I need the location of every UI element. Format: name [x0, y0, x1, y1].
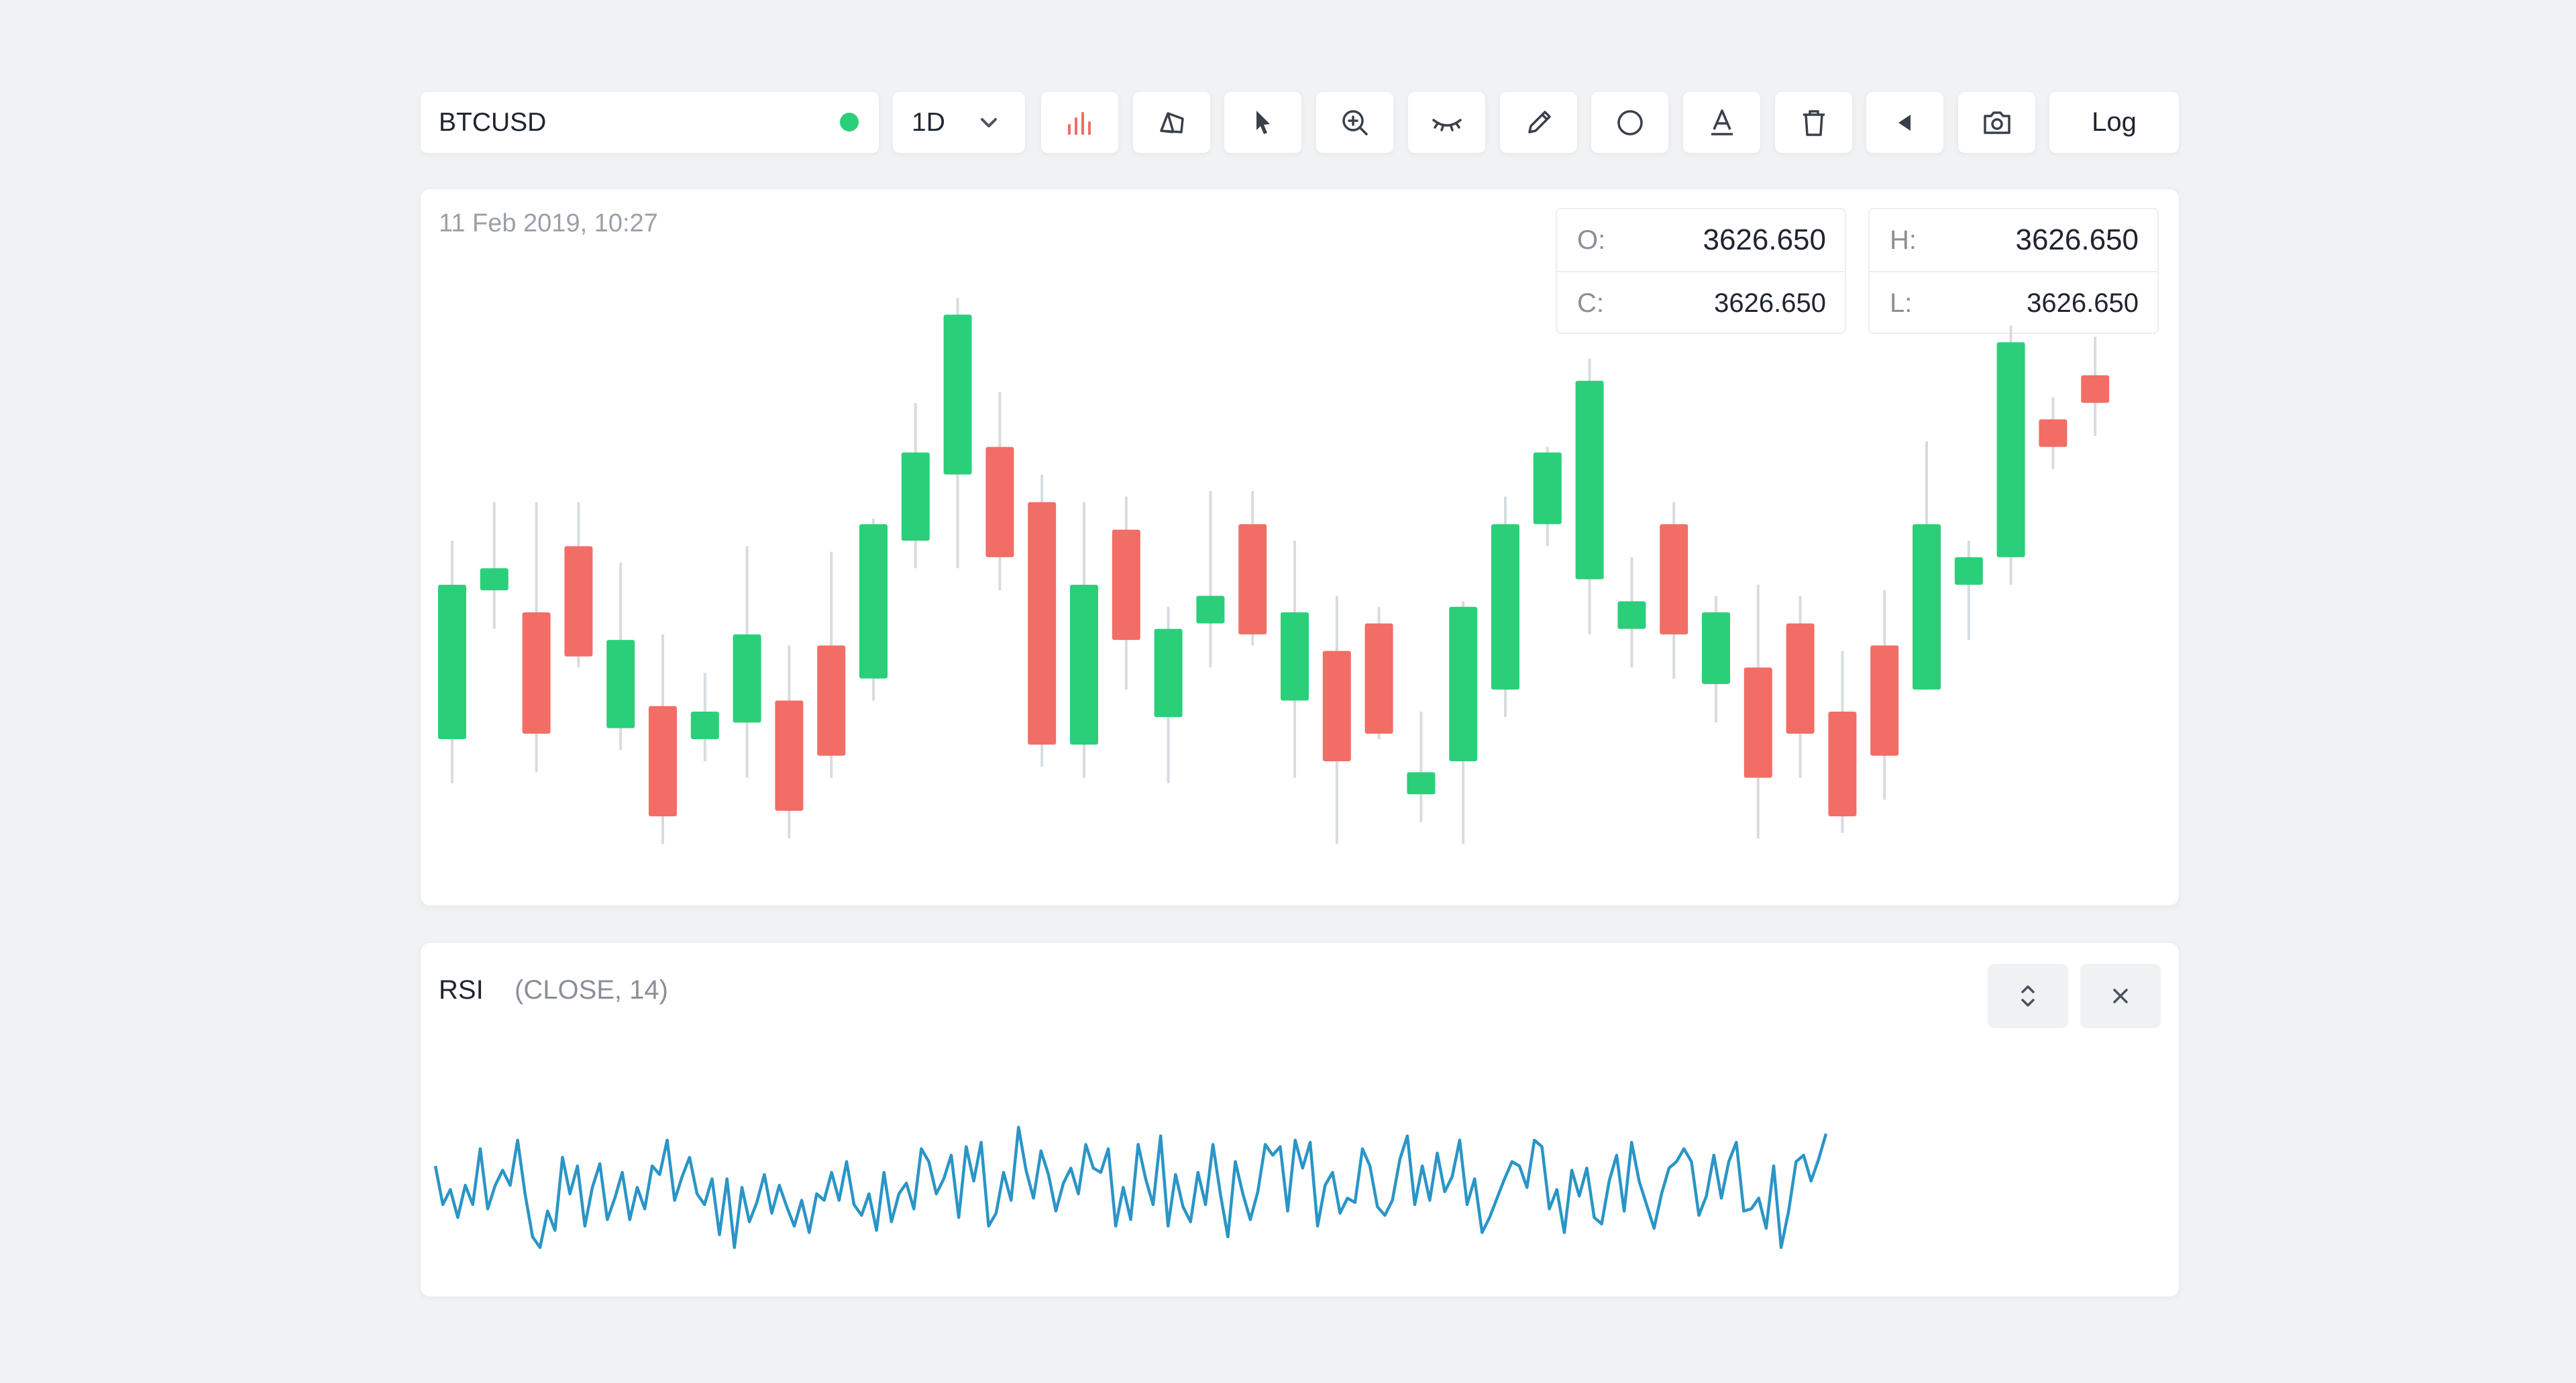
- cursor-button[interactable]: [1224, 92, 1301, 153]
- zoom-in-icon: [1342, 109, 1368, 135]
- candle-down[interactable]: [1870, 645, 1899, 756]
- candle-down[interactable]: [649, 706, 677, 817]
- candle-up[interactable]: [1154, 628, 1183, 718]
- rsi-line-chart[interactable]: [421, 943, 2179, 1296]
- candle-up[interactable]: [1449, 606, 1478, 761]
- circle-tool-button[interactable]: [1591, 92, 1668, 153]
- candle-up[interactable]: [480, 568, 508, 591]
- rsi-series-line: [433, 1125, 1828, 1250]
- candle-down[interactable]: [1238, 524, 1267, 634]
- candle-up[interactable]: [733, 634, 761, 723]
- timeframe-label: 1D: [912, 108, 945, 137]
- candlestick-chart[interactable]: [421, 189, 2179, 905]
- candle-up[interactable]: [1281, 612, 1309, 701]
- shapes-icon: [1159, 111, 1184, 133]
- candle-up[interactable]: [1617, 601, 1646, 629]
- candle-up[interactable]: [859, 524, 888, 679]
- log-scale-button[interactable]: Log: [2049, 92, 2179, 153]
- price-chart-panel: 11 Feb 2019, 10:27 O: 3626.650 C: 3626.6…: [421, 189, 2179, 905]
- candle-down[interactable]: [1028, 502, 1057, 745]
- candle-up[interactable]: [1954, 557, 1983, 585]
- timeframe-dropdown[interactable]: 1D: [893, 92, 1025, 153]
- candle-up[interactable]: [438, 584, 466, 740]
- candle-down[interactable]: [775, 700, 804, 811]
- candle-up[interactable]: [1913, 524, 1941, 690]
- zoom-button[interactable]: [1316, 92, 1393, 153]
- candle-down[interactable]: [1364, 623, 1393, 734]
- log-scale-label: Log: [2092, 107, 2137, 137]
- delete-button[interactable]: [1775, 92, 1852, 153]
- text-icon: [1711, 109, 1733, 135]
- screenshot-button[interactable]: [1958, 92, 2035, 153]
- candle-up[interactable]: [606, 640, 635, 728]
- bar-chart-icon: [1067, 111, 1091, 135]
- candle-down[interactable]: [1786, 623, 1815, 734]
- collapse-left-icon: [1898, 114, 1911, 131]
- live-status-dot: [840, 113, 859, 131]
- candle-down[interactable]: [1660, 524, 1688, 634]
- candle-up[interactable]: [690, 711, 719, 740]
- candle-up[interactable]: [1070, 584, 1098, 745]
- hide-drawings-icon: [1432, 118, 1462, 131]
- shapes-button[interactable]: [1133, 92, 1210, 153]
- hide-drawings-button[interactable]: [1408, 92, 1485, 153]
- candle-up[interactable]: [1575, 380, 1604, 579]
- circle-icon: [1617, 109, 1643, 135]
- symbol-selector[interactable]: BTCUSD: [421, 92, 879, 153]
- candle-down[interactable]: [985, 447, 1014, 557]
- candle-down[interactable]: [817, 645, 846, 756]
- candle-down[interactable]: [1743, 667, 1772, 778]
- candle-up[interactable]: [1996, 342, 2025, 557]
- collapse-toolbar-button[interactable]: [1866, 92, 1943, 153]
- candle-down[interactable]: [1112, 529, 1140, 641]
- candle-up[interactable]: [943, 315, 972, 475]
- candle-down[interactable]: [2081, 375, 2110, 403]
- pencil-icon: [1527, 110, 1551, 133]
- chart-type-button[interactable]: [1041, 92, 1118, 153]
- candle-down[interactable]: [2039, 419, 2068, 447]
- rsi-panel: RSI (CLOSE, 14): [421, 943, 2179, 1296]
- candle-up[interactable]: [1407, 772, 1436, 795]
- candle-up[interactable]: [901, 452, 930, 541]
- candle-down[interactable]: [564, 546, 593, 657]
- pencil-button[interactable]: [1500, 92, 1577, 153]
- trash-icon: [1803, 109, 1825, 136]
- candle-up[interactable]: [1533, 452, 1562, 524]
- candle-down[interactable]: [522, 612, 551, 734]
- chevron-down-icon: [970, 104, 1008, 145]
- candle-down[interactable]: [1828, 711, 1857, 817]
- camera-icon: [1983, 111, 2010, 134]
- candle-up[interactable]: [1491, 524, 1519, 690]
- candle-down[interactable]: [1322, 651, 1351, 761]
- candle-up[interactable]: [1702, 612, 1730, 684]
- symbol-label: BTCUSD: [439, 108, 547, 137]
- text-tool-button[interactable]: [1683, 92, 1760, 153]
- candle-up[interactable]: [1196, 596, 1225, 624]
- cursor-icon: [1256, 110, 1270, 134]
